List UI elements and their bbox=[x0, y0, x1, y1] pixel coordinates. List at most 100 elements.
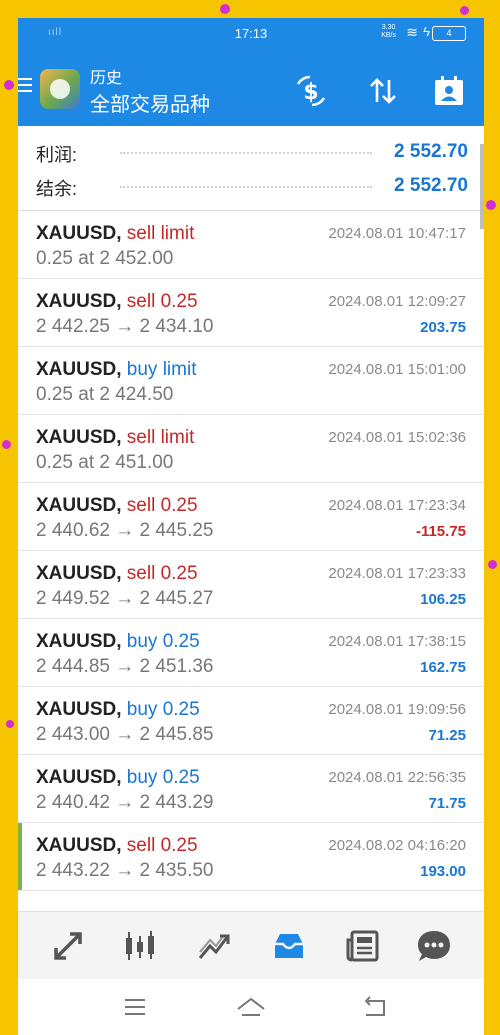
trade-action: sell 0.25 bbox=[126, 495, 198, 516]
period-button[interactable] bbox=[432, 74, 466, 108]
trade-symbol: XAUUSD, bbox=[36, 223, 122, 244]
deposit-withdraw-button[interactable]: $ bbox=[294, 74, 328, 108]
list-item[interactable]: XAUUSD, buy 0.25 2024.08.01 19:09:56 2 443… bbox=[18, 687, 484, 755]
menu-icon[interactable] bbox=[18, 78, 32, 96]
trade-action: sell limit bbox=[126, 223, 195, 244]
calendar-user-icon bbox=[435, 76, 463, 105]
charging-icon: ϟ bbox=[423, 24, 430, 39]
list-item[interactable]: XAUUSD, buy limit 2024.08.01 15:01:00 0.25… bbox=[18, 347, 484, 415]
trade-prices: 2 440.62 → 2 445.25 bbox=[36, 520, 214, 541]
sort-button[interactable] bbox=[366, 74, 400, 108]
trade-title: XAUUSD, buy limit bbox=[36, 359, 196, 381]
history-icon[interactable] bbox=[269, 926, 309, 966]
list-item[interactable]: XAUUSD, sell limit 2024.08.01 10:47:17 0.2… bbox=[18, 211, 484, 279]
trade-time: 2024.08.02 04:16:20 bbox=[328, 837, 466, 854]
trade-symbol: XAUUSD, bbox=[36, 835, 122, 856]
trade-icon[interactable] bbox=[194, 926, 234, 966]
list-item[interactable]: XAUUSD, sell 0.25 2024.08.01 17:23:33 2 44… bbox=[18, 551, 484, 619]
list-item[interactable]: XAUUSD, buy 0.25 2024.08.01 22:56:35 2 440… bbox=[18, 755, 484, 823]
list-item[interactable]: XAUUSD, sell 0.25 2024.08.01 12:09:27 2 44… bbox=[18, 279, 484, 347]
trade-prices: 2 443.00 → 2 445.85 bbox=[36, 724, 214, 745]
trade-symbol: XAUUSD, bbox=[36, 767, 122, 788]
list-item[interactable]: XAUUSD, sell 0.25 2024.08.02 04:16:20 2 44… bbox=[18, 823, 484, 891]
trade-profit: 162.75 bbox=[420, 659, 466, 676]
list-item[interactable]: XAUUSD, buy 0.25 2024.08.01 17:38:15 2 444… bbox=[18, 619, 484, 687]
trade-time: 2024.08.01 17:23:33 bbox=[328, 565, 466, 582]
trade-symbol: XAUUSD, bbox=[36, 359, 122, 380]
confetti-dot bbox=[460, 6, 469, 15]
trade-title: XAUUSD, sell 0.25 bbox=[36, 563, 198, 585]
summary-row-balance: 结余: 2 552.70 bbox=[18, 168, 484, 202]
summary-value: 2 552.70 bbox=[394, 175, 468, 196]
chart-icon[interactable] bbox=[120, 926, 160, 966]
summary-value: 2 552.70 bbox=[394, 141, 468, 162]
trade-prices: 2 449.52 → 2 445.27 bbox=[36, 588, 214, 609]
trade-symbol: XAUUSD, bbox=[36, 699, 122, 720]
confetti-dot bbox=[6, 720, 14, 728]
trade-profit: 71.75 bbox=[428, 795, 466, 812]
chat-icon[interactable] bbox=[414, 926, 454, 966]
list-item[interactable]: XAUUSD, sell 0.25 2024.08.01 17:23:34 2 44… bbox=[18, 483, 484, 551]
trade-action: sell 0.25 bbox=[126, 291, 198, 312]
wifi-icon: ≋ bbox=[406, 24, 418, 40]
trade-action: sell limit bbox=[126, 427, 195, 448]
symbol-filter[interactable]: 全部交易品种 bbox=[90, 88, 210, 117]
trade-time: 2024.08.01 10:47:17 bbox=[328, 225, 466, 242]
trade-symbol: XAUUSD, bbox=[36, 291, 122, 312]
trade-time: 2024.08.01 22:56:35 bbox=[328, 769, 466, 786]
trade-profit: 203.75 bbox=[420, 319, 466, 336]
sort-arrows-icon bbox=[370, 78, 396, 104]
trade-symbol: XAUUSD, bbox=[36, 631, 122, 652]
home-icon[interactable] bbox=[236, 993, 266, 1021]
confetti-dot bbox=[486, 200, 496, 210]
confetti-dot bbox=[4, 80, 14, 90]
trade-title: XAUUSD, buy 0.25 bbox=[36, 699, 200, 721]
trade-symbol: XAUUSD, bbox=[36, 495, 122, 516]
back-icon[interactable] bbox=[360, 993, 390, 1021]
page-title: 历史 bbox=[90, 70, 123, 87]
leader-dots bbox=[120, 186, 372, 188]
svg-text:$: $ bbox=[303, 80, 318, 105]
battery-icon: 4 bbox=[432, 26, 466, 41]
trade-action: sell 0.25 bbox=[126, 563, 198, 584]
trade-time: 2024.08.01 12:09:27 bbox=[328, 293, 466, 310]
confetti-dot bbox=[220, 4, 230, 14]
quotes-icon[interactable] bbox=[48, 926, 88, 966]
trade-time: 2024.08.01 19:09:56 bbox=[328, 701, 466, 718]
dollar-cycle-icon: $ bbox=[296, 75, 326, 107]
list-item[interactable]: XAUUSD, sell limit 2024.08.01 15:02:36 0.2… bbox=[18, 415, 484, 483]
trade-prices: 2 440.42 → 2 443.29 bbox=[36, 792, 214, 813]
summary-row-profit: 利润: 2 552.70 bbox=[18, 134, 484, 168]
app-toolbar: 历史 全部交易品种 $ bbox=[18, 48, 484, 126]
trade-title: XAUUSD, sell limit bbox=[36, 223, 194, 245]
app-logo bbox=[40, 69, 80, 109]
trade-symbol: XAUUSD, bbox=[36, 563, 122, 584]
trade-prices: 2 442.25 → 2 434.10 bbox=[36, 316, 214, 337]
confetti-dot bbox=[488, 560, 497, 569]
trade-action: buy 0.25 bbox=[126, 699, 200, 720]
trade-action: buy limit bbox=[126, 359, 197, 380]
trade-action: sell 0.25 bbox=[126, 835, 198, 856]
trade-profit: -115.75 bbox=[415, 523, 466, 540]
trade-symbol: XAUUSD, bbox=[36, 427, 122, 448]
trade-action: buy 0.25 bbox=[126, 767, 200, 788]
summary-label: 结余: bbox=[36, 179, 78, 199]
recents-icon[interactable] bbox=[120, 993, 150, 1021]
trade-title: XAUUSD, buy 0.25 bbox=[36, 767, 200, 789]
trade-prices: 2 444.85 → 2 451.36 bbox=[36, 656, 214, 677]
trade-prices: 2 443.22 → 2 435.50 bbox=[36, 860, 214, 881]
confetti-dot bbox=[2, 440, 11, 449]
trade-title: XAUUSD, sell 0.25 bbox=[36, 835, 198, 857]
trade-profit: 106.25 bbox=[420, 591, 466, 608]
net-speed: 3.30 KB/s bbox=[381, 24, 396, 39]
trade-title: XAUUSD, sell 0.25 bbox=[36, 291, 198, 313]
trade-prices: 0.25 at 2 424.50 bbox=[36, 384, 174, 405]
phone-screen: ııll 17:13 3.30 KB/s ≋ ϟ 4 历史 全部交易品种 $ 利… bbox=[18, 18, 484, 1035]
leader-dots bbox=[120, 152, 372, 154]
trade-prices: 0.25 at 2 452.00 bbox=[36, 248, 174, 269]
scrollbar[interactable] bbox=[480, 144, 484, 229]
history-list[interactable]: XAUUSD, sell limit 2024.08.01 10:47:17 0.2… bbox=[18, 211, 484, 891]
news-icon[interactable] bbox=[343, 926, 383, 966]
status-bar: ııll 17:13 3.30 KB/s ≋ ϟ 4 bbox=[18, 18, 484, 48]
trade-time: 2024.08.01 17:38:15 bbox=[328, 633, 466, 650]
